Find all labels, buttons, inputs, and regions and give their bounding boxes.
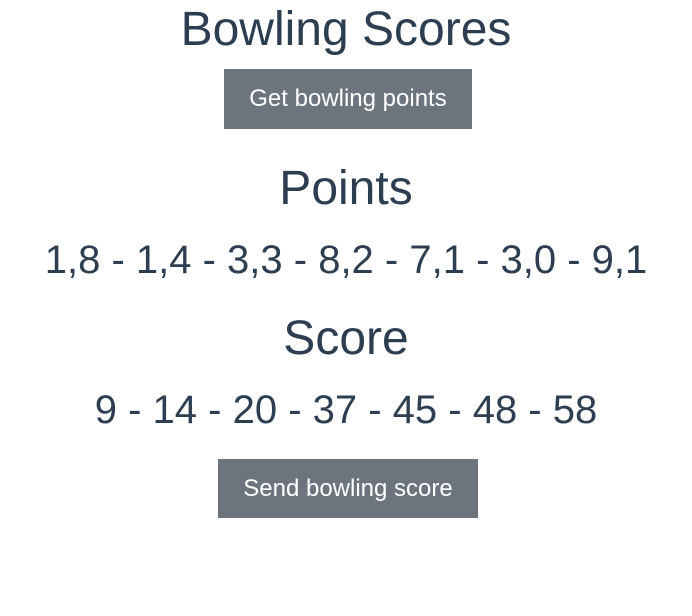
get-bowling-points-button[interactable]: Get bowling points <box>224 69 472 129</box>
score-heading: Score <box>283 312 409 365</box>
points-heading: Points <box>279 162 413 215</box>
send-bowling-score-button[interactable]: Send bowling score <box>218 459 478 518</box>
page-title: Bowling Scores <box>180 3 512 56</box>
score-values: 9 - 14 - 20 - 37 - 45 - 48 - 58 <box>94 388 598 432</box>
points-values: 1,8 - 1,4 - 3,3 - 8,2 - 7,1 - 3,0 - 9,1 <box>44 238 648 282</box>
